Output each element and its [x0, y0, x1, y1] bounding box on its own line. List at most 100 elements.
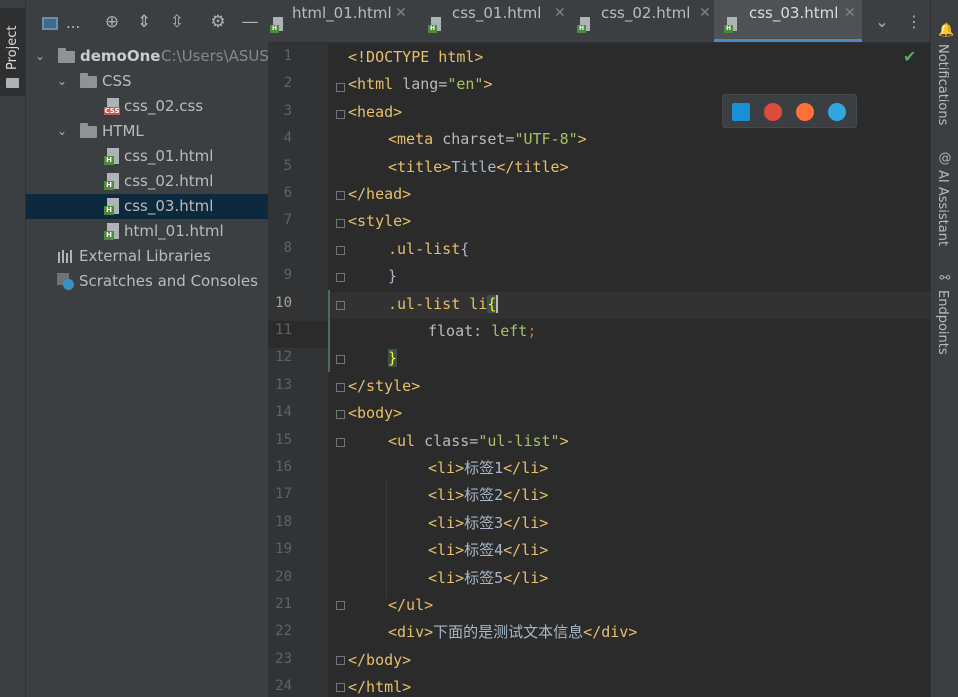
code-line: <li>标签3</li> — [428, 514, 549, 532]
code-line: <li>标签4</li> — [428, 541, 549, 559]
close-icon[interactable]: ✕ — [395, 0, 407, 39]
tree-item-demoone[interactable]: ⌄ demoOne C:\Users\ASUS — [26, 44, 269, 69]
fold-marker-icon[interactable] — [336, 83, 345, 92]
tree-item-css-01-html[interactable]: H css_01.html — [26, 144, 268, 169]
line-number: 15 — [275, 431, 292, 448]
ai-assistant-tool-tab[interactable]: AI Assistant — [935, 170, 950, 246]
code-editor[interactable]: ✔ <!DOCTYPE html> <html lang="en"> <head… — [328, 43, 930, 697]
chevron-down-icon[interactable]: ⌄ — [56, 119, 68, 144]
tree-item-css-02-html[interactable]: H css_02.html — [26, 169, 268, 194]
code-line: <body> — [348, 404, 403, 422]
tree-item-label: css_01.html — [124, 147, 214, 165]
fold-marker-icon[interactable] — [336, 438, 345, 447]
tree-item-scratches[interactable]: Scratches and Consoles — [26, 269, 268, 294]
html-file-icon: H — [104, 148, 120, 165]
project-view-icon[interactable] — [42, 17, 58, 30]
tree-item-html-01-html[interactable]: H html_01.html — [26, 219, 268, 244]
firefox-icon[interactable] — [796, 103, 814, 121]
tree-item-css-03-html[interactable]: H css_03.html — [26, 194, 268, 219]
fold-marker-icon[interactable] — [336, 383, 345, 392]
code-line: <meta charset="UTF-8"> — [388, 130, 587, 148]
folder-icon — [80, 123, 97, 138]
line-number: 12 — [275, 349, 292, 366]
bell-icon[interactable]: 🔔 — [938, 24, 954, 38]
tab-label: css_01.html — [452, 4, 542, 22]
notifications-tool-tab[interactable]: Notifications — [935, 44, 950, 125]
tree-item-css-02-css[interactable]: CSS css_02.css — [26, 94, 268, 119]
line-number: 14 — [275, 404, 292, 421]
line-number: 9 — [283, 267, 292, 284]
right-tool-strip: 🔔 Notifications @ AI Assistant ⚯ Endpoin… — [930, 0, 958, 697]
code-line: float: left; — [428, 322, 537, 340]
line-number: 23 — [275, 650, 292, 667]
tree-item-html-folder[interactable]: ⌄ HTML — [26, 119, 268, 144]
endpoints-icon[interactable]: ⚯ — [938, 272, 952, 286]
tree-item-label: HTML — [102, 122, 144, 140]
project-view-dropdown[interactable]: ... — [66, 14, 80, 32]
folder-icon — [80, 73, 97, 88]
tab-label: html_01.html — [292, 4, 392, 22]
minimize-icon[interactable]: — — [240, 12, 260, 32]
line-number: 13 — [275, 376, 292, 393]
code-line: <head> — [348, 103, 403, 121]
close-icon[interactable]: ✕ — [844, 0, 856, 39]
code-line: <div>下面的是测试文本信息</div> — [388, 623, 638, 641]
tab-css-03[interactable]: H css_03.html ✕ — [714, 0, 862, 42]
tab-label: css_02.html — [601, 4, 691, 22]
fold-marker-icon[interactable] — [336, 410, 345, 419]
project-toolbar: ... ⊕ ⇕ ⇳ ⚙ — — [26, 0, 268, 42]
line-number: 8 — [283, 239, 292, 256]
gear-icon[interactable]: ⚙ — [208, 12, 228, 32]
ai-assistant-icon[interactable]: @ — [938, 152, 952, 166]
code-line: </style> — [348, 377, 421, 395]
fold-marker-icon[interactable] — [336, 683, 345, 692]
locate-icon[interactable]: ⊕ — [102, 12, 122, 32]
fold-marker-icon[interactable] — [336, 219, 345, 228]
more-options-icon[interactable]: ⋮ — [904, 12, 924, 32]
fold-marker-icon[interactable] — [336, 301, 345, 310]
chevron-down-icon[interactable]: ⌄ — [34, 44, 46, 69]
line-number-gutter[interactable]: 1 2 3 4 5 6 7 8 9 10 11 12 13 14 15 16 17 18 19 20 21 22 23 24 — [268, 43, 328, 697]
tab-css-01[interactable]: H css_01.html ✕ — [420, 0, 570, 42]
fold-marker-icon[interactable] — [336, 246, 345, 255]
chevron-down-icon[interactable]: ⌄ — [56, 69, 68, 94]
line-number: 1 — [283, 48, 292, 64]
tab-html-01[interactable]: H html_01.html ✕ — [268, 0, 414, 42]
code-line: <html lang="en"> — [348, 75, 493, 93]
tree-item-external-libraries[interactable]: External Libraries — [26, 244, 268, 269]
close-icon[interactable]: ✕ — [554, 0, 566, 39]
html-file-icon: H — [428, 17, 442, 33]
vcs-change-marker[interactable] — [328, 290, 330, 372]
check-icon[interactable]: ✔ — [903, 47, 916, 66]
endpoints-tool-tab[interactable]: Endpoints — [935, 290, 950, 355]
fold-marker-icon[interactable] — [336, 110, 345, 119]
edge-icon[interactable] — [828, 103, 846, 121]
fold-marker-icon[interactable] — [336, 656, 345, 665]
editor-tab-bar: H html_01.html ✕ H css_01.html ✕ H css_0… — [268, 0, 930, 43]
chevron-down-icon[interactable]: ⌄ — [872, 12, 892, 32]
tree-item-label: css_02.html — [124, 172, 214, 190]
fold-marker-icon[interactable] — [336, 273, 345, 282]
line-number: 20 — [275, 568, 292, 585]
project-tool-label: Project — [5, 25, 20, 70]
tab-css-02[interactable]: H css_02.html ✕ — [570, 0, 714, 42]
fold-marker-icon[interactable] — [336, 601, 345, 610]
fold-marker-icon[interactable] — [336, 191, 345, 200]
project-tool-tab[interactable]: Project — [0, 8, 25, 96]
code-line: <style> — [348, 212, 412, 230]
line-number: 18 — [275, 513, 292, 530]
code-line: <li>标签2</li> — [428, 486, 549, 504]
fold-marker-icon[interactable] — [336, 355, 345, 364]
code-line: </body> — [348, 651, 412, 669]
chrome-icon[interactable] — [764, 103, 782, 121]
tree-item-label: css_03.html — [124, 197, 214, 215]
line-number: 17 — [275, 486, 292, 503]
webstorm-icon[interactable] — [732, 103, 750, 121]
line-number: 7 — [283, 212, 292, 229]
line-number: 24 — [275, 678, 292, 695]
close-icon[interactable]: ✕ — [699, 0, 711, 39]
collapse-all-icon[interactable]: ⇳ — [167, 12, 187, 32]
tree-item-label: html_01.html — [124, 222, 224, 240]
expand-all-icon[interactable]: ⇕ — [134, 12, 154, 32]
tree-item-css-folder[interactable]: ⌄ CSS — [26, 69, 268, 94]
